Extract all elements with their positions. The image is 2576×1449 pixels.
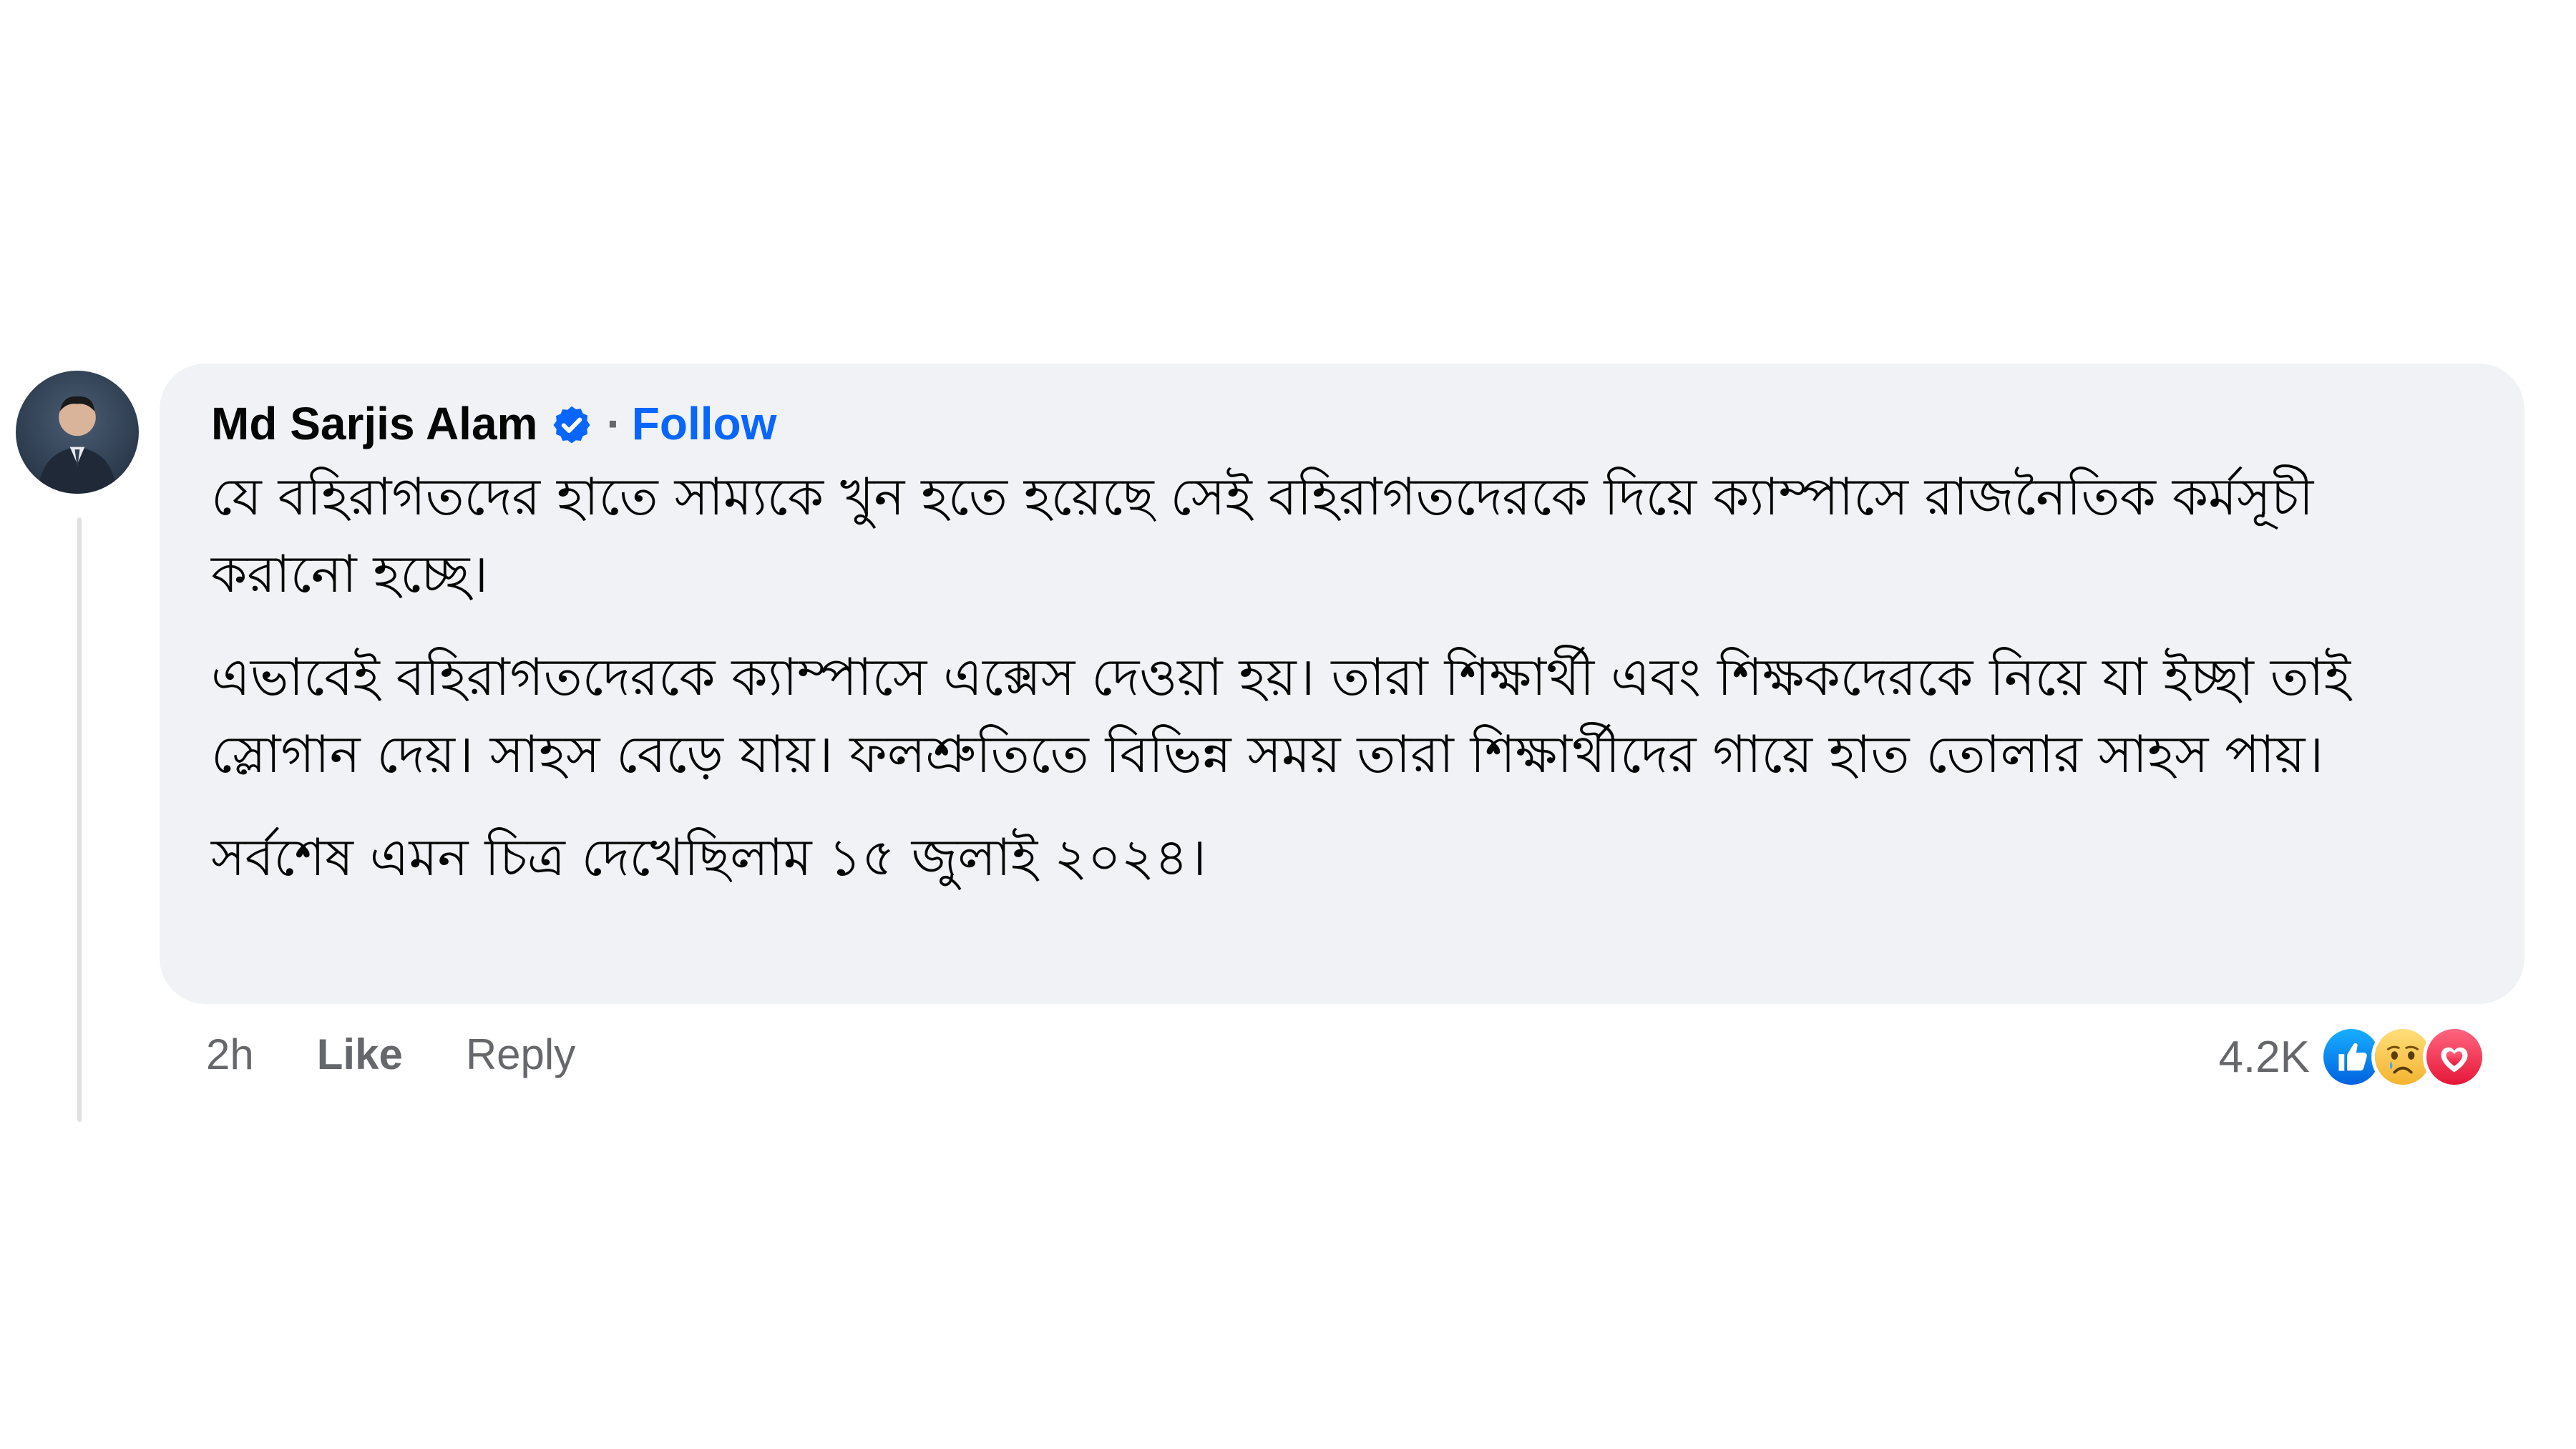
comment-actions: 2h Like Reply (206, 1018, 638, 1090)
verified-badge-icon (550, 402, 593, 445)
reaction-summary[interactable]: 4.2K (2218, 1025, 2486, 1089)
reply-button[interactable]: Reply (466, 1030, 575, 1079)
comment-paragraph: সর্বশেষ এমন চিত্র দেখেছিলাম ১৫ জুলাই ২০২… (211, 827, 1207, 887)
author-name[interactable]: Md Sarjis Alam (211, 395, 537, 452)
comment-bubble: Md Sarjis Alam · Follow যে বহিরাগতদের হা… (160, 364, 2524, 1004)
follow-button[interactable]: Follow (632, 395, 777, 452)
like-button[interactable]: Like (317, 1030, 403, 1079)
comment-body: যে বহিরাগতদের হাতে সাম্যকে খুন হতে হয়েছ… (211, 458, 2473, 896)
comment-header: Md Sarjis Alam · Follow (211, 395, 2473, 452)
timestamp[interactable]: 2h (206, 1030, 254, 1079)
thread-line (77, 517, 82, 1122)
person-silhouette-icon (37, 396, 117, 494)
avatar[interactable] (16, 371, 139, 494)
reaction-count[interactable]: 4.2K (2218, 1032, 2310, 1083)
reaction-icons (2320, 1025, 2486, 1088)
care-icon (2423, 1025, 2486, 1088)
separator-dot: · (606, 398, 622, 449)
comment-paragraph: যে বহিরাগতদের হাতে সাম্যকে খুন হতে হয়েছ… (211, 467, 2314, 604)
comment-paragraph: এভাবেই বহিরাগতদেরকে ক্যাম্পাসে এক্সেস দে… (211, 647, 2351, 784)
